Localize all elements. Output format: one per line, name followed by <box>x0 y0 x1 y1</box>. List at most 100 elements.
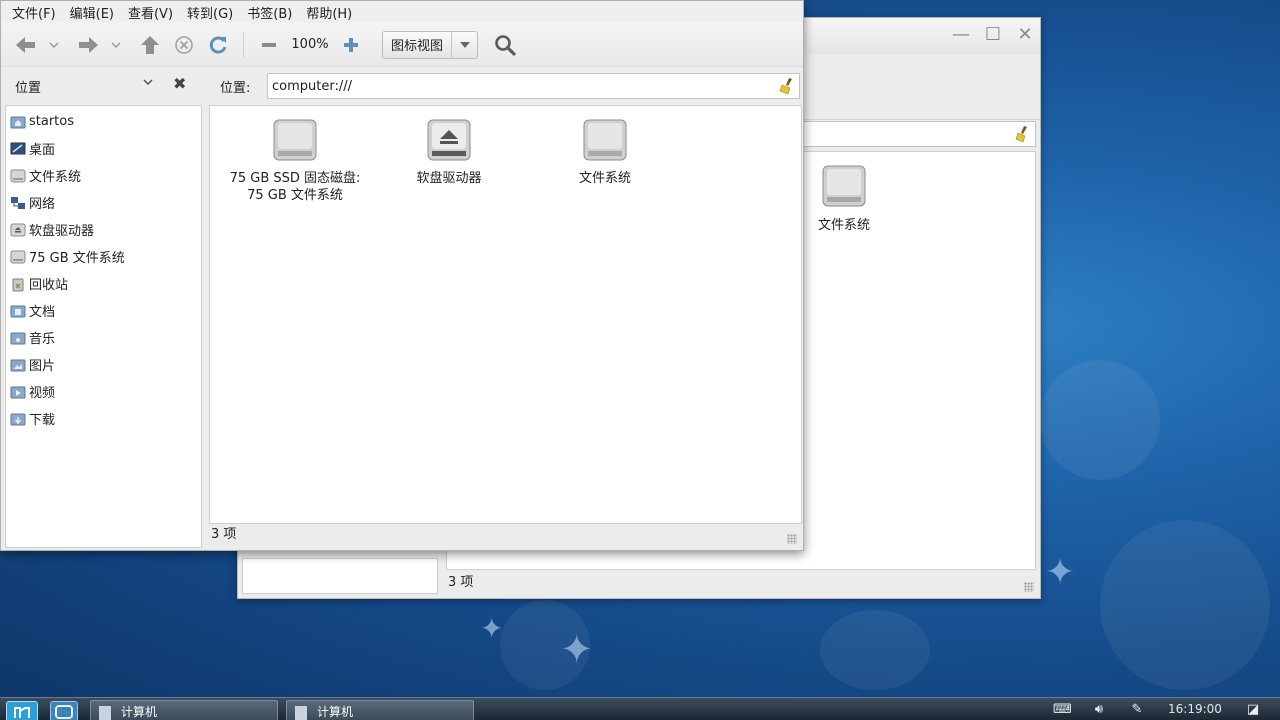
location-input[interactable] <box>267 73 800 99</box>
close-sidebar-icon[interactable]: ✖ <box>173 74 186 93</box>
close-icon[interactable]: ✕ <box>1013 24 1037 45</box>
sidebar-item-label: 音乐 <box>29 332 56 347</box>
folder-icon <box>10 386 26 398</box>
volume-icon[interactable]: 🔊︎ <box>1090 702 1108 718</box>
file-label: 75 GB SSD 固态磁盘: <box>229 171 361 186</box>
tray-tool-icon[interactable]: ✎ <box>1128 702 1146 718</box>
stop-button[interactable] <box>167 28 201 62</box>
taskbar-window-button[interactable]: 计算机 <box>286 700 474 720</box>
sidebar-item-label: 桌面 <box>29 143 56 158</box>
resize-grip-icon[interactable] <box>1024 582 1034 592</box>
sidebar-item-label: 软盘驱动器 <box>29 224 95 239</box>
drive-icon <box>822 165 866 207</box>
clock: 16:19:00 <box>1168 702 1222 716</box>
clear-location-icon[interactable] <box>1015 125 1029 143</box>
file-item[interactable]: 文件系统 <box>809 164 879 233</box>
sidebar-item-75gb-fs[interactable]: 75 GB 文件系统 <box>6 243 201 270</box>
sidebar-item-network[interactable]: 网络 <box>6 189 201 216</box>
clear-location-icon[interactable] <box>779 77 795 95</box>
taskbar-window-button[interactable]: 计算机 <box>90 700 278 720</box>
start-logo-icon <box>14 707 30 718</box>
sidebar-item-pictures[interactable]: 图片 <box>6 351 201 378</box>
menu-help[interactable]: 帮助(H) <box>299 3 359 22</box>
menu-bookmarks[interactable]: 书签(B) <box>240 3 299 22</box>
chevron-down-icon[interactable] <box>141 75 155 89</box>
sidebar-item-label: 75 GB 文件系统 <box>29 251 125 266</box>
keyboard-icon[interactable]: ⌨ <box>1053 702 1072 718</box>
file-item-filesystem[interactable]: 文件系统 <box>530 118 680 187</box>
sidebar-item-home[interactable]: startos <box>6 108 201 135</box>
sidebar-item-desktop[interactable]: 桌面 <box>6 135 201 162</box>
back-button[interactable] <box>9 28 43 62</box>
back-history-button[interactable] <box>43 28 65 62</box>
plus-icon <box>344 37 358 52</box>
sidebar-item-downloads[interactable]: 下载 <box>6 405 201 432</box>
file-item-floppy[interactable]: 软盘驱动器 <box>374 118 524 187</box>
sidebar-item-label: 下载 <box>29 413 56 428</box>
toolbar: 100% 图标视图 <box>1 23 803 67</box>
desktop-sparkle: ✦ <box>1045 552 1076 593</box>
sidebar-item-filesystem[interactable]: 文件系统 <box>6 162 201 189</box>
search-button[interactable] <box>488 28 522 62</box>
sidebar-item-music[interactable]: 音乐 <box>6 324 201 351</box>
forward-history-button[interactable] <box>105 28 127 62</box>
desktop-icon <box>55 705 73 719</box>
file-item-ssd[interactable]: 75 GB SSD 固态磁盘: 75 GB 文件系统 <box>220 118 370 204</box>
back-arrow-icon <box>16 36 35 53</box>
zoom-level: 100% <box>291 37 329 52</box>
menu-file[interactable]: 文件(F) <box>5 3 63 22</box>
desktop-bokeh <box>820 610 930 690</box>
menu-edit[interactable]: 编辑(E) <box>63 3 121 22</box>
folder-icon <box>10 305 26 317</box>
up-button[interactable] <box>133 28 167 62</box>
places-sidebar: startos 桌面 文件系统 网络 软盘驱动器 75 GB 文件系统 回收站 <box>5 105 202 548</box>
dropdown-arrow-icon[interactable] <box>451 31 477 58</box>
view-mode-label: 图标视图 <box>391 39 444 54</box>
taskbar: 计算机 计算机 ⌨ 🔊︎ ✎ 16:19:00 ◪ <box>0 697 1280 720</box>
folder-icon <box>10 332 26 344</box>
drive-icon <box>583 119 627 161</box>
eject-drive-icon <box>427 119 471 161</box>
folder-icon <box>10 359 26 371</box>
file-label: 文件系统 <box>817 218 870 233</box>
zoom-out-button[interactable] <box>252 28 286 62</box>
sidebar-item-label: 网络 <box>29 197 56 212</box>
zoom-in-button[interactable] <box>334 28 368 62</box>
menubar: 文件(F) 编辑(E) 查看(V) 转到(G) 书签(B) 帮助(H) <box>1 1 803 23</box>
window-icon <box>295 706 307 720</box>
taskbar-window-label: 计算机 <box>121 705 158 719</box>
location-label: 位置: <box>220 81 251 96</box>
file-view[interactable]: 75 GB SSD 固态磁盘: 75 GB 文件系统 软盘驱动器 文件系统 <box>209 105 802 524</box>
menu-view[interactable]: 查看(V) <box>121 3 180 22</box>
sidebar-item-videos[interactable]: 视频 <box>6 378 201 405</box>
minimize-icon[interactable]: — <box>949 24 973 45</box>
forward-button[interactable] <box>71 28 105 62</box>
home-folder-icon <box>10 116 26 128</box>
file-manager-window[interactable]: 文件(F) 编辑(E) 查看(V) 转到(G) 书签(B) 帮助(H) 100%… <box>0 0 804 551</box>
start-menu-button[interactable] <box>6 701 38 720</box>
view-mode-select[interactable]: 图标视图 <box>382 30 479 59</box>
sidebar-title: 位置 <box>15 81 42 96</box>
taskbar-window-label: 计算机 <box>317 705 354 719</box>
sidebar-item-label: 图片 <box>29 359 56 374</box>
drive-icon <box>273 119 317 161</box>
maximize-icon[interactable]: ☐ <box>981 24 1005 45</box>
sidebar-item-trash[interactable]: 回收站 <box>6 270 201 297</box>
sidebar-item-documents[interactable]: 文档 <box>6 297 201 324</box>
file-label: 文件系统 <box>578 171 631 186</box>
show-desktop-button[interactable] <box>50 701 78 720</box>
minus-icon <box>262 42 276 47</box>
up-arrow-icon <box>141 35 159 54</box>
reload-button[interactable] <box>201 28 235 62</box>
tray-corner-icon[interactable]: ◪ <box>1244 702 1262 718</box>
desktop-sparkle: ✦ <box>480 612 504 645</box>
menu-go[interactable]: 转到(G) <box>180 3 240 22</box>
desktop-sparkle: ✦ <box>560 627 594 673</box>
drive-icon <box>10 169 26 182</box>
network-icon <box>11 196 25 209</box>
sidebar-item-floppy[interactable]: 软盘驱动器 <box>6 216 201 243</box>
folder-icon <box>10 413 26 425</box>
stop-icon <box>175 35 193 54</box>
file-label-secondary: 75 GB 文件系统 <box>247 188 343 203</box>
resize-grip-icon[interactable] <box>787 534 797 544</box>
